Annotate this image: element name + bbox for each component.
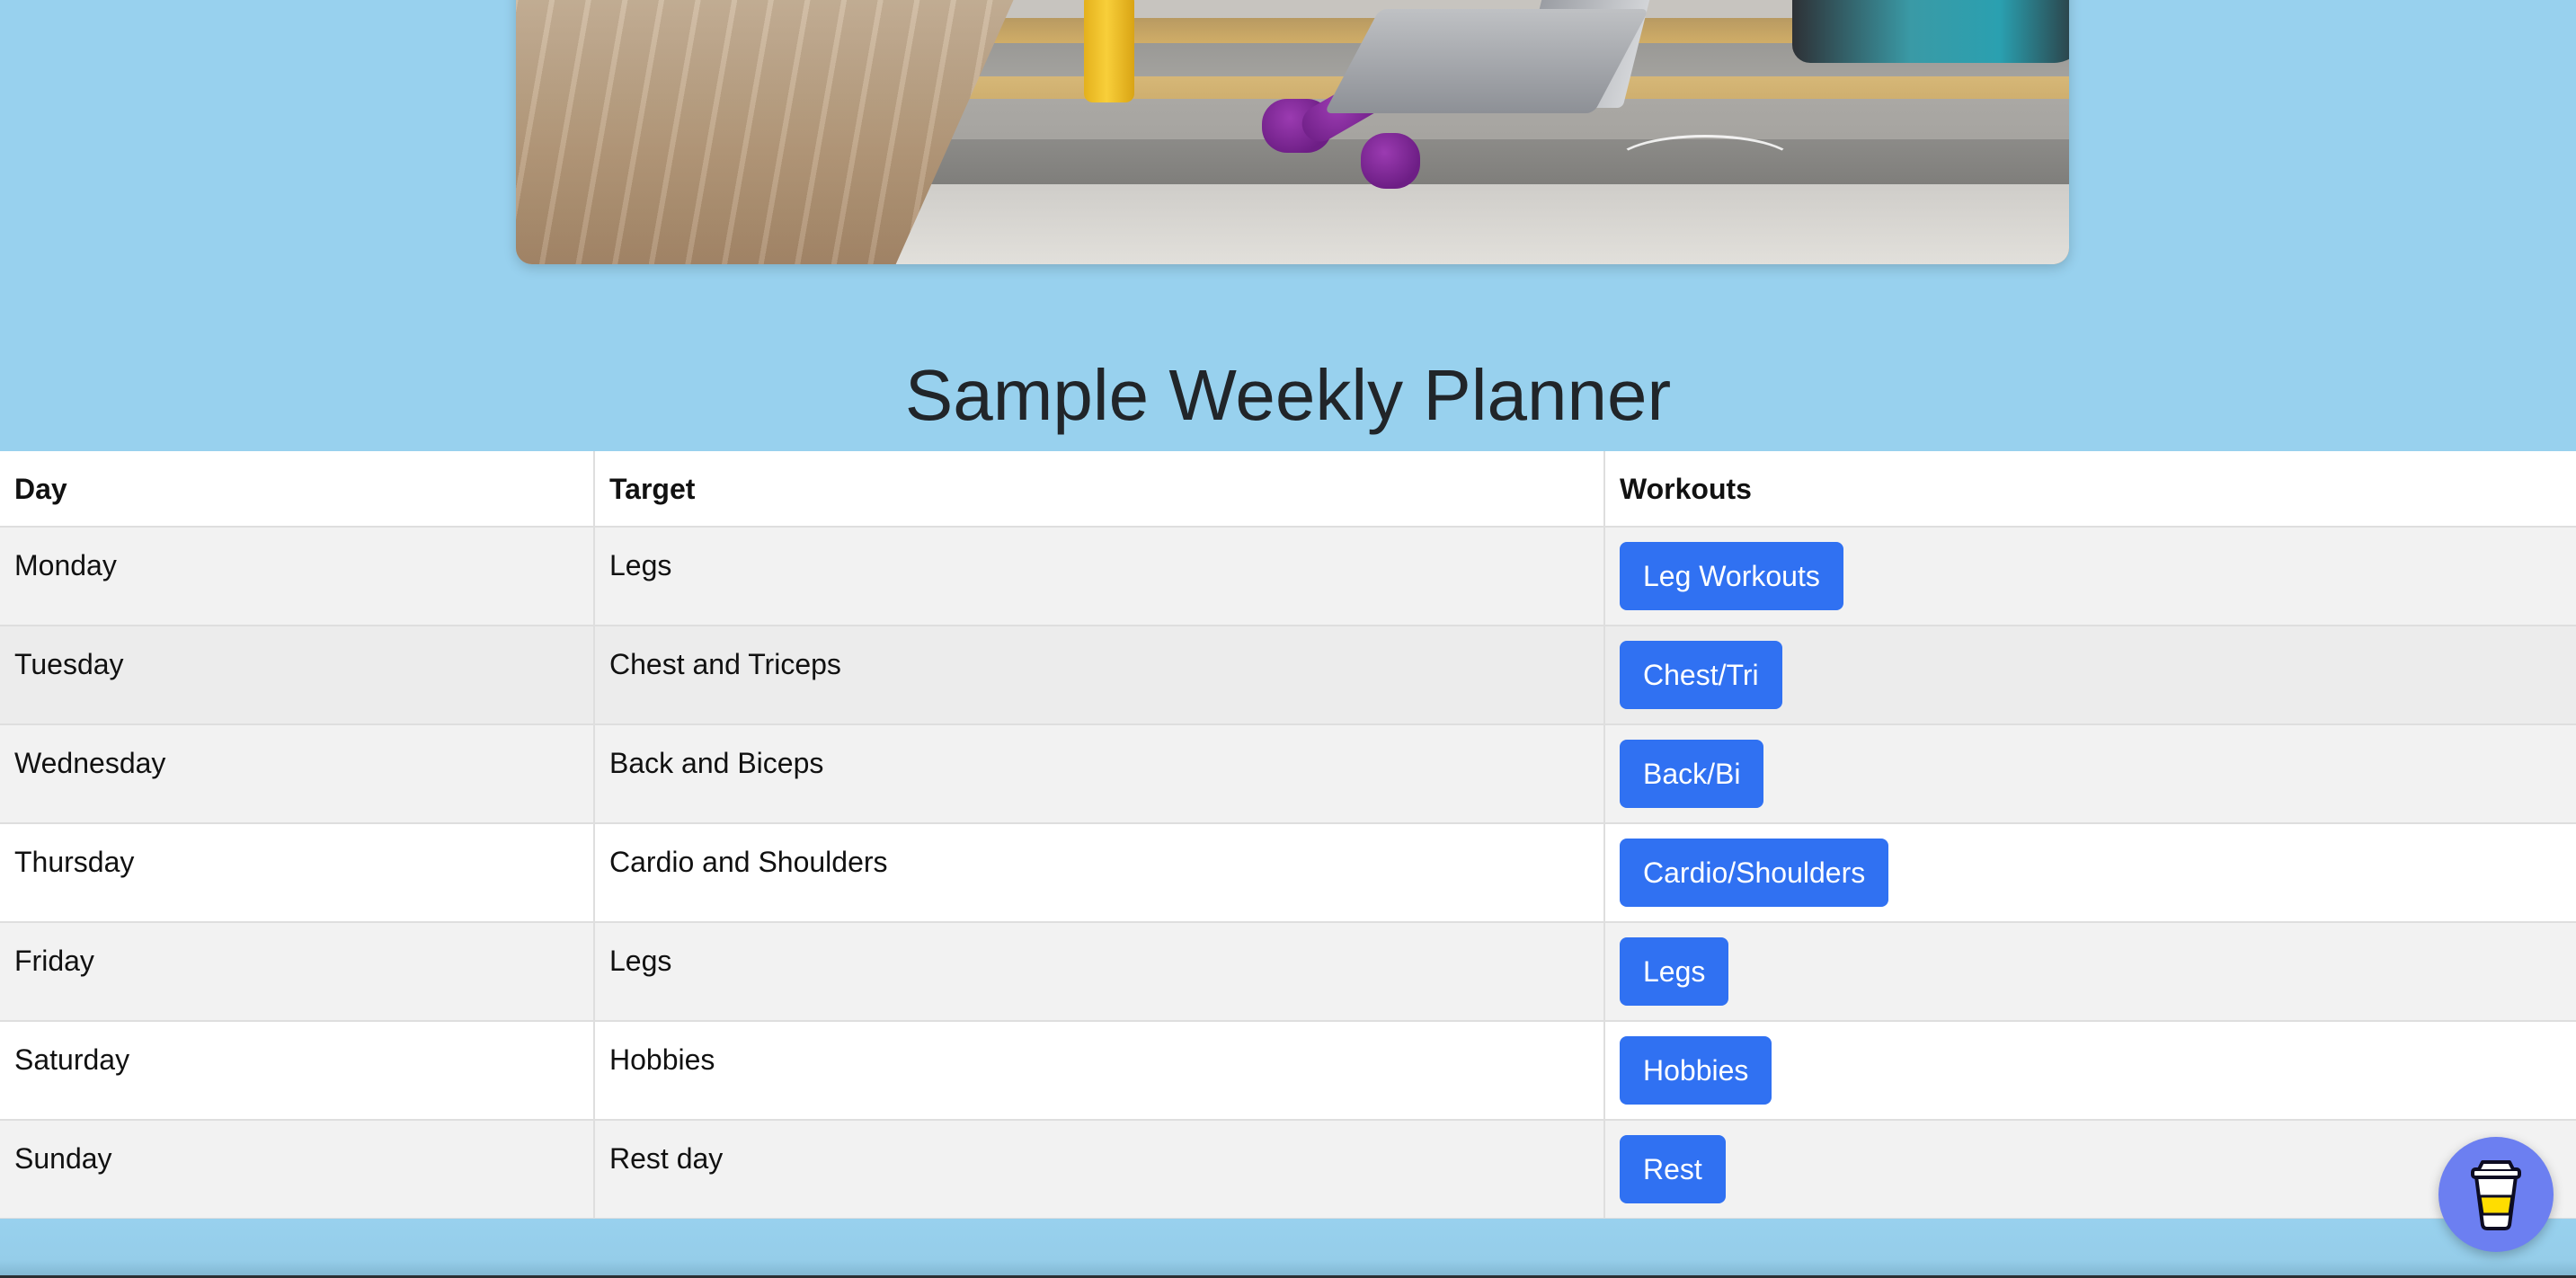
target-cell: Cardio and Shoulders	[594, 823, 1605, 923]
day-cell: Thursday	[0, 823, 595, 923]
target-cell: Legs	[594, 527, 1605, 626]
page-bottom-band	[0, 1219, 2576, 1278]
table-row: Thursday Cardio and Shoulders Cardio/Sho…	[0, 823, 2576, 923]
column-header-day: Day	[0, 451, 595, 528]
coffee-cup-icon	[2471, 1160, 2521, 1230]
column-header-target: Target	[594, 451, 1605, 528]
page-title: Sample Weekly Planner	[904, 355, 1672, 435]
target-cell: Hobbies	[594, 1021, 1605, 1121]
chest-tri-button[interactable]: Chest/Tri	[1620, 641, 1782, 709]
workout-cell: Rest	[1604, 1120, 2576, 1220]
table-row: Tuesday Chest and Triceps Chest/Tri	[0, 626, 2576, 725]
target-cell: Rest day	[594, 1120, 1605, 1220]
table-row: Wednesday Back and Biceps Back/Bi	[0, 724, 2576, 824]
hero-image	[516, 0, 2069, 264]
hero-cable	[1612, 135, 1798, 194]
day-cell: Friday	[0, 922, 595, 1022]
hero-dumbbell-3	[1361, 133, 1420, 189]
table-row: Monday Legs Leg Workouts	[0, 527, 2576, 626]
day-cell: Sunday	[0, 1120, 595, 1220]
workout-cell: Legs	[1604, 922, 2576, 1022]
hero-laptop	[1324, 9, 1649, 113]
target-cell: Chest and Triceps	[594, 626, 1605, 725]
target-cell: Back and Biceps	[594, 724, 1605, 824]
hobbies-button[interactable]: Hobbies	[1620, 1036, 1772, 1105]
day-cell: Tuesday	[0, 626, 595, 725]
table-row: Saturday Hobbies Hobbies	[0, 1021, 2576, 1121]
legs-button[interactable]: Legs	[1620, 937, 1729, 1006]
hero-water-bottle	[1084, 0, 1134, 102]
workout-cell: Leg Workouts	[1604, 527, 2576, 626]
day-cell: Wednesday	[0, 724, 595, 824]
leg-workouts-button[interactable]: Leg Workouts	[1620, 542, 1843, 610]
workout-cell: Chest/Tri	[1604, 626, 2576, 725]
day-cell: Saturday	[0, 1021, 595, 1121]
rest-button[interactable]: Rest	[1620, 1135, 1726, 1203]
column-header-workouts: Workouts	[1604, 451, 2576, 528]
hero-person-legs	[1792, 0, 2069, 63]
table-row: Sunday Rest day Rest	[0, 1120, 2576, 1220]
cardio-shoulders-button[interactable]: Cardio/Shoulders	[1620, 839, 1889, 907]
workout-cell: Back/Bi	[1604, 724, 2576, 824]
target-cell: Legs	[594, 922, 1605, 1022]
back-bi-button[interactable]: Back/Bi	[1620, 740, 1764, 808]
weekly-planner-table: Day Target Workouts Monday Legs Leg Work…	[0, 451, 2576, 1220]
table-header-row: Day Target Workouts	[0, 451, 2576, 528]
day-cell: Monday	[0, 527, 595, 626]
workout-cell: Cardio/Shoulders	[1604, 823, 2576, 923]
buy-me-a-coffee-button[interactable]	[2438, 1137, 2554, 1252]
workout-cell: Hobbies	[1604, 1021, 2576, 1121]
table-row: Friday Legs Legs	[0, 922, 2576, 1022]
